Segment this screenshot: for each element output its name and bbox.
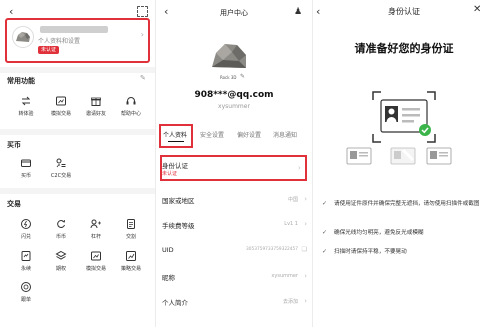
divider bbox=[0, 67, 155, 73]
document-icon bbox=[127, 219, 135, 229]
layers-icon bbox=[55, 250, 67, 260]
page-title: 身份认证 bbox=[388, 7, 420, 16]
demo-icon bbox=[56, 96, 66, 106]
account-email: 908***@qq.com bbox=[194, 90, 274, 100]
grid-item-perpetual[interactable]: 永续 bbox=[7, 250, 45, 272]
scan-icon[interactable] bbox=[137, 6, 148, 17]
chevron-right-icon: › bbox=[298, 164, 301, 172]
grid-item-options[interactable]: 期权 bbox=[42, 250, 80, 272]
edit-icon[interactable]: ✎ bbox=[240, 73, 245, 80]
tab-security[interactable]: 安全设置 bbox=[200, 130, 224, 139]
copy-trade-icon bbox=[21, 282, 31, 292]
chevron-right-icon: › bbox=[304, 297, 307, 305]
grid-item-copy-trade[interactable]: 跟单 bbox=[7, 281, 45, 303]
grid-item-buy[interactable]: 买币 bbox=[7, 157, 45, 179]
row-bio[interactable]: 个人简介 去添加 › bbox=[156, 297, 312, 311]
row-nickname[interactable]: 昵称 xysummer › bbox=[156, 272, 312, 286]
perpetual-icon bbox=[21, 251, 31, 261]
headset-icon bbox=[126, 97, 136, 105]
identity-verification-panel: ‹ 身份认证 ✕ 请准备好您的身份证 ✓ 请使用证件原件并确保完整无遮挡，请勿使… bbox=[313, 0, 495, 327]
c2c-icon bbox=[56, 158, 66, 168]
row-fee-level[interactable]: 手续费等级 Lv1 1 › bbox=[156, 220, 312, 234]
grid-item-flash[interactable]: 闪兑 bbox=[7, 218, 45, 240]
user-center-panel: ‹ 用户中心 ♟ Rock 3D ✎ 908***@qq.com xysumme… bbox=[156, 0, 312, 327]
identity-status: 未认证 bbox=[162, 171, 178, 177]
demo-icon bbox=[91, 251, 101, 261]
grid-item-strategy[interactable]: 策略交易 bbox=[112, 250, 150, 272]
grid-item-delivery[interactable]: 交割 bbox=[112, 218, 150, 240]
section-title-buy: 买币 bbox=[7, 141, 21, 149]
back-icon[interactable]: ‹ bbox=[9, 5, 13, 18]
edit-icon[interactable]: ✎ bbox=[140, 74, 146, 82]
gift-icon bbox=[91, 97, 101, 106]
avatar-label: Rock 3D bbox=[220, 75, 237, 80]
section-title-common: 常用功能 bbox=[7, 77, 35, 85]
section-title-trade: 交易 bbox=[7, 200, 21, 208]
card-icon bbox=[21, 159, 31, 167]
avatar bbox=[12, 26, 34, 48]
check-icon: ✓ bbox=[322, 248, 328, 255]
check-icon: ✓ bbox=[322, 229, 328, 236]
row-uid[interactable]: UID 3053759733759322457 ❏ bbox=[156, 246, 312, 260]
check-icon: ✓ bbox=[322, 200, 328, 207]
chevron-right-icon: › bbox=[304, 220, 307, 228]
chevron-right-icon: › bbox=[140, 30, 144, 39]
grid-item-invite[interactable]: 邀请好友 bbox=[77, 95, 115, 117]
chevron-right-icon: › bbox=[304, 195, 307, 203]
users-icon bbox=[90, 219, 101, 229]
id-sample-correct bbox=[346, 147, 372, 165]
profile-card[interactable]: 个人资料和设置 未认证 › bbox=[5, 18, 150, 63]
avatar[interactable] bbox=[206, 33, 254, 81]
strategy-icon bbox=[126, 251, 136, 261]
id-sample-reflection bbox=[390, 147, 416, 165]
flash-icon bbox=[21, 219, 31, 229]
username-blurred bbox=[40, 26, 108, 33]
divider bbox=[0, 188, 155, 194]
copy-icon[interactable]: ❏ bbox=[302, 246, 307, 253]
profile-subtitle: 个人资料和设置 bbox=[38, 38, 81, 45]
account-username: xysummer bbox=[218, 103, 250, 110]
coin-swap-icon bbox=[57, 220, 65, 229]
grid-item-demo-trade[interactable]: 模拟交易 bbox=[42, 95, 80, 117]
tab-profile[interactable]: 个人资料 bbox=[163, 130, 187, 139]
grid-item-help[interactable]: 帮助中心 bbox=[112, 95, 150, 117]
chevron-right-icon: › bbox=[304, 272, 307, 280]
swap-icon bbox=[21, 96, 31, 106]
account-panel: ‹ 个人资料和设置 未认证 › 常用功能 ✎ 转体验 模拟交易 邀请好友 帮助中… bbox=[0, 0, 155, 327]
tab-preferences[interactable]: 偏好设置 bbox=[237, 130, 261, 139]
id-card-illustration bbox=[372, 91, 436, 143]
identity-label: 身份认证 bbox=[162, 162, 188, 170]
grid-item-c2c[interactable]: C2C交易 bbox=[42, 157, 80, 179]
id-sample-blurry bbox=[426, 147, 452, 165]
grid-item-spot[interactable]: 币币 bbox=[42, 218, 80, 240]
row-country[interactable]: 国家或地区 中国 › bbox=[156, 195, 312, 209]
tab-notifications[interactable]: 消息通知 bbox=[273, 130, 297, 139]
divider bbox=[0, 129, 155, 135]
grid-item-margin[interactable]: 杠杆 bbox=[77, 218, 115, 240]
switch-account-icon[interactable]: ♟ bbox=[294, 7, 302, 17]
grid-item-experience[interactable]: 转体验 bbox=[7, 95, 45, 117]
tab-underline bbox=[168, 141, 184, 142]
page-title: 用户中心 bbox=[220, 9, 248, 17]
instruction-heading: 请准备好您的身份证 bbox=[354, 42, 454, 55]
grid-item-demo-trade-2[interactable]: 模拟交易 bbox=[77, 250, 115, 272]
close-icon[interactable]: ✕ bbox=[473, 4, 481, 15]
status-badge: 未认证 bbox=[38, 46, 60, 54]
